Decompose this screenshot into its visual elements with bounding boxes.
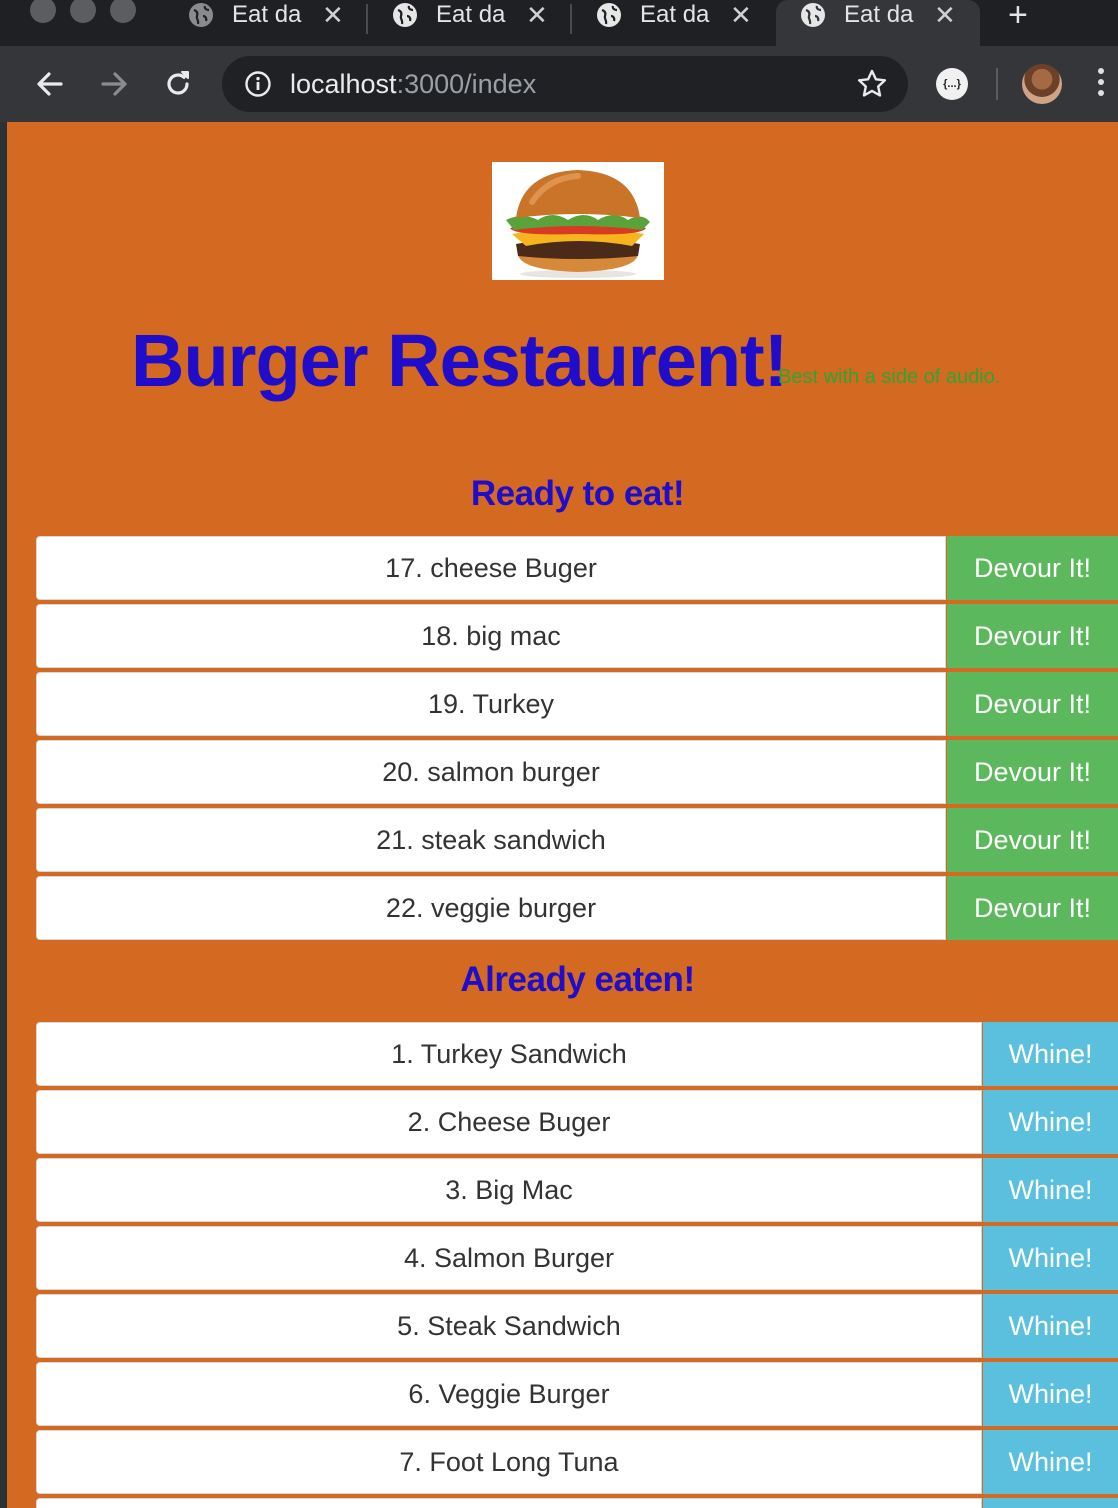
burger-name bbox=[36, 1498, 982, 1508]
new-tab-button[interactable]: + bbox=[1008, 0, 1028, 32]
list-item: 6. Veggie Burger Whine! bbox=[36, 1362, 1118, 1426]
devour-button[interactable]: Devour It! bbox=[947, 740, 1118, 804]
whine-button[interactable]: Whine! bbox=[983, 1158, 1118, 1222]
whine-button[interactable]: Whine! bbox=[983, 1090, 1118, 1154]
list-item: 2. Cheese Buger Whine! bbox=[36, 1090, 1118, 1154]
burger-logo-image bbox=[492, 162, 664, 280]
minimize-window-button[interactable] bbox=[70, 0, 96, 23]
whine-button[interactable]: Whine! bbox=[983, 1294, 1118, 1358]
globe-icon bbox=[596, 2, 622, 28]
browser-tab[interactable]: Eat da ✕ bbox=[166, 0, 370, 48]
burger-name: 20. salmon burger bbox=[36, 740, 946, 804]
list-item: 20. salmon burger Devour It! bbox=[36, 740, 1118, 804]
close-window-button[interactable] bbox=[30, 0, 56, 23]
whine-button[interactable] bbox=[983, 1498, 1118, 1508]
close-tab-icon[interactable]: ✕ bbox=[322, 2, 344, 28]
burger-name: 19. Turkey bbox=[36, 672, 946, 736]
globe-icon bbox=[800, 2, 826, 28]
burger-name: 21. steak sandwich bbox=[36, 808, 946, 872]
burger-name: 3. Big Mac bbox=[36, 1158, 982, 1222]
page-title: Burger Restaurent! bbox=[131, 319, 788, 402]
browser-tab[interactable]: Eat da ✕ bbox=[574, 0, 778, 48]
list-item: 22. veggie burger Devour It! bbox=[36, 876, 1118, 940]
burger-name: 6. Veggie Burger bbox=[36, 1362, 982, 1426]
devour-button[interactable]: Devour It! bbox=[947, 672, 1118, 736]
burger-name: 7. Foot Long Tuna bbox=[36, 1430, 982, 1494]
tab-divider bbox=[570, 4, 572, 34]
browser-tab-active[interactable]: Eat da ✕ bbox=[776, 0, 980, 48]
list-item: 7. Foot Long Tuna Whine! bbox=[36, 1430, 1118, 1494]
burger-name: 4. Salmon Burger bbox=[36, 1226, 982, 1290]
whine-button[interactable]: Whine! bbox=[983, 1362, 1118, 1426]
devour-button[interactable]: Devour It! bbox=[947, 808, 1118, 872]
whine-button[interactable]: Whine! bbox=[983, 1022, 1118, 1086]
url-text: localhost:3000/index bbox=[290, 69, 536, 100]
eaten-list: 1. Turkey Sandwich Whine! 2. Cheese Buge… bbox=[36, 1022, 1118, 1508]
url-host: localhost bbox=[290, 69, 397, 99]
list-item: 17. cheese Buger Devour It! bbox=[36, 536, 1118, 600]
profile-avatar[interactable] bbox=[1022, 64, 1062, 104]
browser-toolbar: localhost:3000/index {...} bbox=[0, 46, 1118, 122]
zoom-window-button[interactable] bbox=[110, 0, 136, 23]
address-bar[interactable]: localhost:3000/index bbox=[222, 56, 908, 112]
browser-tab[interactable]: Eat da ✕ bbox=[370, 0, 574, 48]
bookmark-star-icon[interactable] bbox=[856, 68, 888, 100]
toolbar-divider bbox=[996, 68, 998, 100]
close-tab-icon[interactable]: ✕ bbox=[526, 2, 548, 28]
burger-name: 17. cheese Buger bbox=[36, 536, 946, 600]
window-controls bbox=[30, 0, 136, 23]
list-item: 18. big mac Devour It! bbox=[36, 604, 1118, 668]
globe-icon bbox=[392, 2, 418, 28]
desktop-edge bbox=[0, 122, 7, 1508]
globe-icon bbox=[188, 2, 214, 28]
burger-name: 2. Cheese Buger bbox=[36, 1090, 982, 1154]
eaten-section-heading: Already eaten! bbox=[460, 960, 695, 999]
list-item-partial bbox=[36, 1498, 1118, 1508]
devour-button[interactable]: Devour It! bbox=[947, 876, 1118, 940]
list-item: 4. Salmon Burger Whine! bbox=[36, 1226, 1118, 1290]
burger-name: 18. big mac bbox=[36, 604, 946, 668]
burger-name: 22. veggie burger bbox=[36, 876, 946, 940]
forward-arrow-icon[interactable] bbox=[94, 64, 134, 104]
url-path: :3000/index bbox=[396, 69, 537, 99]
list-item: 19. Turkey Devour It! bbox=[36, 672, 1118, 736]
tab-title: Eat da bbox=[436, 1, 506, 28]
tab-title: Eat da bbox=[844, 1, 914, 28]
tab-divider bbox=[366, 4, 368, 34]
close-tab-icon[interactable]: ✕ bbox=[730, 2, 752, 28]
devour-button[interactable]: Devour It! bbox=[947, 604, 1118, 668]
whine-button[interactable]: Whine! bbox=[983, 1226, 1118, 1290]
devour-button[interactable]: Devour It! bbox=[947, 536, 1118, 600]
ready-list: 17. cheese Buger Devour It! 18. big mac … bbox=[36, 536, 1118, 944]
close-tab-icon[interactable]: ✕ bbox=[934, 2, 956, 28]
page-subtitle: Best with a side of audio. bbox=[778, 366, 1001, 388]
site-info-icon[interactable] bbox=[244, 70, 272, 98]
browser-menu-icon[interactable] bbox=[1098, 68, 1104, 96]
browser-tab-strip: Eat da ✕ Eat da ✕ Eat da ✕ Eat da ✕ + bbox=[0, 0, 1118, 48]
list-item: 21. steak sandwich Devour It! bbox=[36, 808, 1118, 872]
whine-button[interactable]: Whine! bbox=[983, 1430, 1118, 1494]
list-item: 3. Big Mac Whine! bbox=[36, 1158, 1118, 1222]
ready-section-heading: Ready to eat! bbox=[470, 474, 685, 513]
tab-title: Eat da bbox=[232, 1, 302, 28]
tab-title: Eat da bbox=[640, 1, 710, 28]
burger-name: 5. Steak Sandwich bbox=[36, 1294, 982, 1358]
list-item: 5. Steak Sandwich Whine! bbox=[36, 1294, 1118, 1358]
page-body: Burger Restaurent! Best with a side of a… bbox=[7, 122, 1118, 1508]
burger-name: 1. Turkey Sandwich bbox=[36, 1022, 982, 1086]
extension-icon[interactable]: {...} bbox=[936, 68, 968, 100]
back-arrow-icon[interactable] bbox=[30, 64, 70, 104]
reload-icon[interactable] bbox=[158, 64, 198, 104]
list-item: 1. Turkey Sandwich Whine! bbox=[36, 1022, 1118, 1086]
